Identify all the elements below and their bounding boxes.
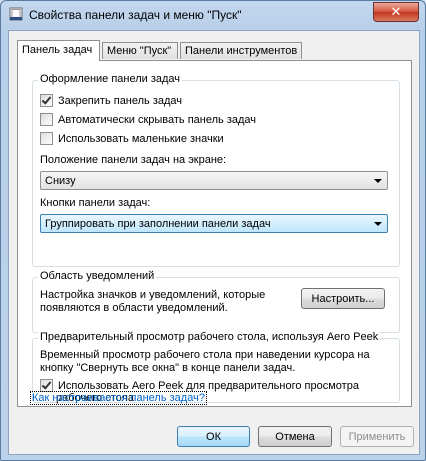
small-icons-checkbox[interactable]: Использовать маленькие значки bbox=[40, 132, 224, 145]
appearance-legend: Оформление панели задач bbox=[38, 73, 183, 85]
help-link[interactable]: Как настраивается панель задач? bbox=[30, 391, 207, 405]
tab-toolbars[interactable]: Панели инструментов bbox=[180, 42, 302, 59]
position-value: Снизу bbox=[45, 175, 76, 187]
taskbar-buttons-select[interactable]: Группировать при заполнении панели задач bbox=[40, 214, 388, 233]
aero-peek-description-2: кнопку "Свернуть все окна" в конце панел… bbox=[40, 362, 296, 374]
window-title: Свойства панели задач и меню "Пуск" bbox=[29, 8, 242, 22]
autohide-checkbox[interactable]: Автоматически скрывать панель задач bbox=[40, 113, 256, 126]
notification-description-1: Настройка значков и уведомлений, которые bbox=[40, 289, 266, 301]
customize-button[interactable]: Настроить... bbox=[301, 288, 385, 309]
close-icon: ✕ bbox=[390, 4, 402, 20]
taskbar-app-icon bbox=[9, 7, 23, 21]
notification-description-2: появляются в области уведомлений. bbox=[40, 302, 228, 314]
apply-button[interactable]: Применить bbox=[340, 426, 414, 447]
close-button[interactable]: ✕ bbox=[373, 2, 419, 22]
help-link-text[interactable]: Как настраивается панель задач? bbox=[30, 391, 207, 405]
autohide-label: Автоматически скрывать панель задач bbox=[58, 113, 257, 126]
small-icons-label: Использовать маленькие значки bbox=[58, 132, 224, 145]
ok-button[interactable]: ОК bbox=[177, 426, 250, 447]
title-bar[interactable]: Свойства панели задач и меню "Пуск" ✕ bbox=[1, 1, 425, 29]
small-icons-check-box[interactable] bbox=[40, 132, 53, 145]
chevron-down-icon bbox=[374, 222, 382, 226]
cancel-button[interactable]: Отмена bbox=[258, 426, 332, 447]
use-aero-peek-label-1: Использовать Aero Peek для предварительн… bbox=[58, 379, 359, 392]
notification-legend: Область уведомлений bbox=[38, 270, 157, 282]
dialog-window: Свойства панели задач и меню "Пуск" ✕ Па… bbox=[0, 0, 426, 461]
aero-peek-description-1: Временный просмотр рабочего стола при на… bbox=[40, 349, 370, 361]
lock-taskbar-check-box[interactable] bbox=[40, 94, 53, 107]
dialog-client-area: Панель задач Меню "Пуск" Панели инструме… bbox=[8, 30, 420, 455]
tab-start-menu[interactable]: Меню "Пуск" bbox=[102, 42, 178, 59]
tab-panel-taskbar: Оформление панели задач Закрепить панель… bbox=[17, 60, 412, 407]
chevron-down-icon bbox=[374, 179, 382, 183]
lock-taskbar-checkbox[interactable]: Закрепить панель задач bbox=[40, 94, 182, 107]
buttons-label: Кнопки панели задач: bbox=[40, 197, 151, 209]
autohide-check-box[interactable] bbox=[40, 113, 53, 126]
position-select[interactable]: Снизу bbox=[40, 171, 388, 190]
taskbar-buttons-value: Группировать при заполнении панели задач bbox=[45, 218, 271, 230]
aero-peek-legend: Предварительный просмотр рабочего стола,… bbox=[38, 331, 381, 343]
tab-taskbar[interactable]: Панель задач bbox=[17, 40, 100, 61]
position-label: Положение панели задач на экране: bbox=[40, 154, 227, 166]
lock-taskbar-label: Закрепить панель задач bbox=[58, 94, 183, 107]
